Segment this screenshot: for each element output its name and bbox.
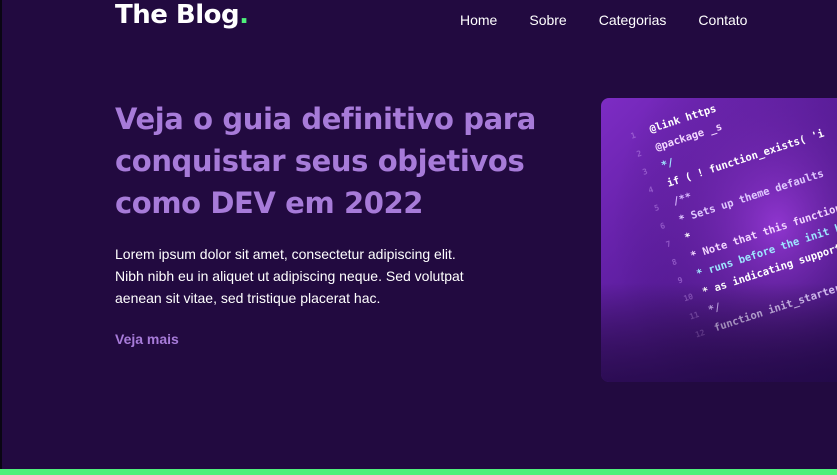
main-nav: Home Sobre Categorias Contato xyxy=(460,12,779,28)
hero-description: Lorem ipsum dolor sit amet, consectetur … xyxy=(115,243,515,309)
hero-description-line: aenean sit vitae, sed tristique placerat… xyxy=(115,290,381,306)
hero-description-line: Lorem ipsum dolor sit amet, consectetur … xyxy=(115,246,456,262)
nav-home[interactable]: Home xyxy=(460,12,497,28)
nav-categorias[interactable]: Categorias xyxy=(599,12,667,28)
nav-contato[interactable]: Contato xyxy=(698,12,747,28)
brand-dot: . xyxy=(239,0,249,30)
hero-description-line: Nibh nibh eu in aliquet ut adipiscing ne… xyxy=(115,268,464,284)
hero-title-line: Veja o guia definitivo para xyxy=(115,102,536,136)
hero-title-line: conquistar seus objetivos xyxy=(115,144,525,178)
brand-name: The Blog xyxy=(115,0,240,30)
hero-title: Veja o guia definitivo para conquistar s… xyxy=(115,98,555,224)
read-more-link[interactable]: Veja mais xyxy=(115,331,179,347)
hero-title-line: como DEV em 2022 xyxy=(115,186,424,220)
accent-bottom-bar xyxy=(0,469,837,475)
code-screenshot-image: 1@link https2@package _s3*/4if ( ! funct… xyxy=(601,98,837,382)
nav-sobre[interactable]: Sobre xyxy=(529,12,566,28)
code-illustration: 1@link https2@package _s3*/4if ( ! funct… xyxy=(601,98,837,382)
brand-logo[interactable]: The Blog. xyxy=(115,0,249,30)
